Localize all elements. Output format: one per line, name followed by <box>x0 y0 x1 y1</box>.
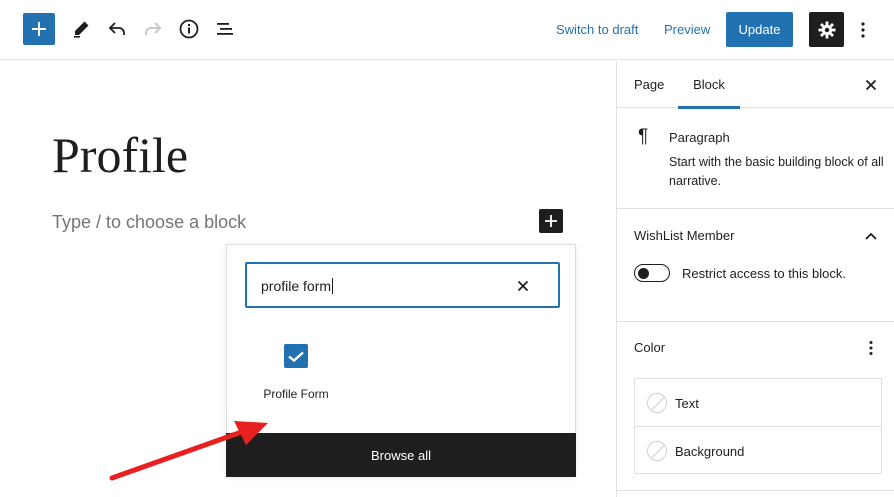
gear-icon <box>818 21 835 38</box>
paragraph-icon: ¶ <box>638 126 649 147</box>
profile-form-icon <box>284 344 308 368</box>
plus-icon <box>545 215 557 227</box>
collapse-panel-button[interactable] <box>861 228 881 244</box>
editor-header: Switch to draft Preview Update <box>0 0 894 60</box>
plus-icon <box>32 22 46 36</box>
empty-swatch-icon <box>647 393 667 413</box>
restrict-access-label: Restrict access to this block. <box>682 266 846 281</box>
undo-button[interactable] <box>104 16 130 42</box>
more-vertical-icon <box>869 341 873 355</box>
undo-icon <box>108 22 125 35</box>
color-options-button[interactable] <box>861 338 881 358</box>
color-item-label: Background <box>675 444 745 459</box>
color-item-text[interactable]: Text <box>635 379 881 426</box>
close-sidebar-button[interactable] <box>861 75 881 95</box>
pencil-icon <box>74 21 89 38</box>
block-placeholder[interactable]: Type / to choose a block <box>52 212 246 233</box>
tab-page[interactable]: Page <box>634 61 664 108</box>
more-vertical-icon <box>861 22 865 38</box>
close-icon <box>517 280 529 292</box>
inline-inserter-button[interactable] <box>539 209 563 233</box>
editor-canvas: Profile Type / to choose a block profile… <box>0 61 616 497</box>
wishlist-panel-toggle[interactable]: WishList Member <box>634 228 734 243</box>
color-panel-title: Color <box>634 340 666 355</box>
annotation-arrow <box>109 421 268 481</box>
clear-search-button[interactable] <box>513 276 533 296</box>
tab-block[interactable]: Block <box>678 61 740 109</box>
divider <box>617 490 894 491</box>
options-button[interactable] <box>853 17 873 43</box>
close-icon <box>865 79 877 91</box>
block-search-input[interactable]: profile form <box>245 262 560 308</box>
preview-button[interactable]: Preview <box>664 22 710 37</box>
color-panel: Color Text Background <box>617 322 894 497</box>
block-result-label: Profile Form <box>263 387 329 401</box>
block-result-profile-form[interactable]: Profile Form <box>253 340 339 410</box>
block-card: ¶ Paragraph Start with the basic buildin… <box>617 109 894 209</box>
list-view-icon <box>217 23 233 35</box>
redo-button[interactable] <box>140 16 166 42</box>
settings-sidebar: Page Block ¶ Paragraph Start with the ba… <box>616 61 894 497</box>
wishlist-member-panel: WishList Member Restrict access to this … <box>617 209 894 322</box>
info-icon <box>179 19 199 39</box>
settings-button[interactable] <box>809 12 844 47</box>
tools-button[interactable] <box>68 16 94 42</box>
block-inserter-button[interactable] <box>23 13 55 45</box>
empty-swatch-icon <box>647 441 667 461</box>
color-item-background[interactable]: Background <box>635 426 881 473</box>
post-title[interactable]: Profile <box>52 125 188 185</box>
block-description: Start with the basic building block of a… <box>669 155 884 188</box>
toggle-knob <box>638 267 649 279</box>
sidebar-tabs: Page Block <box>617 61 894 109</box>
color-item-label: Text <box>675 396 699 411</box>
list-view-button[interactable] <box>212 16 238 42</box>
block-name: Paragraph <box>669 130 730 145</box>
update-button[interactable]: Update <box>726 12 793 47</box>
redo-icon <box>145 22 162 35</box>
chevron-up-icon <box>865 232 877 240</box>
switch-to-draft-button[interactable]: Switch to draft <box>556 22 638 37</box>
color-list: Text Background <box>634 378 882 474</box>
search-value: profile form <box>261 278 334 294</box>
details-button[interactable] <box>176 16 202 42</box>
restrict-access-toggle[interactable] <box>634 264 670 282</box>
